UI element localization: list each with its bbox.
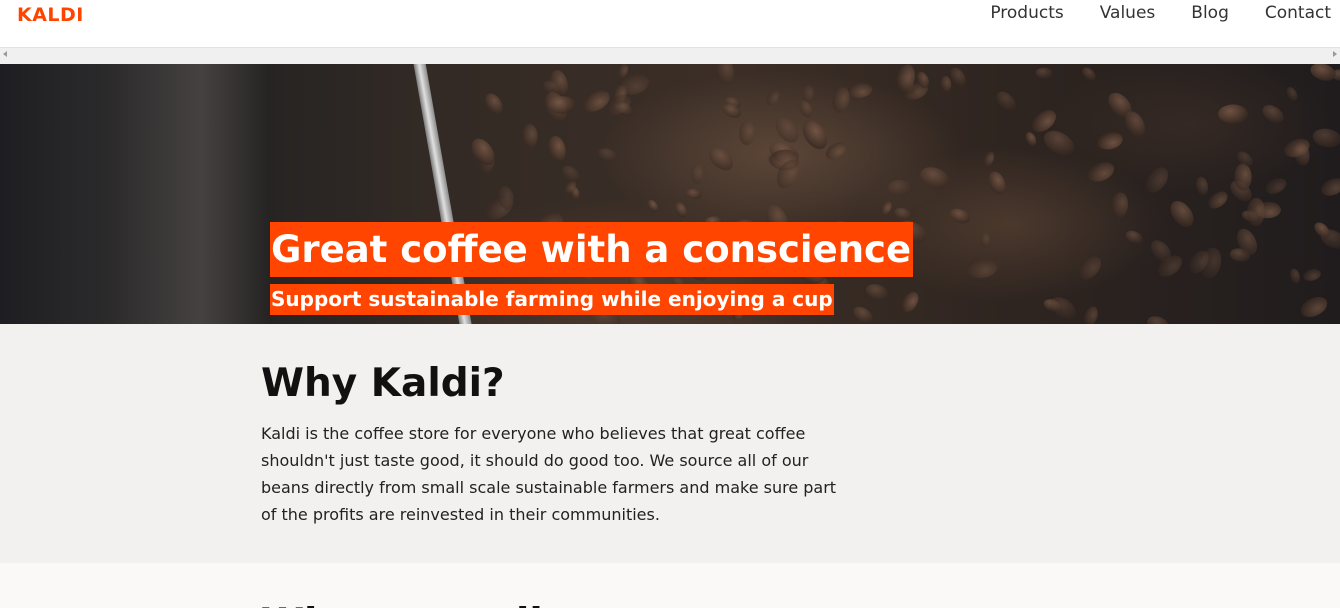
- coffee-bean-shape: [1035, 67, 1053, 79]
- coffee-bean-shape: [1297, 293, 1331, 322]
- coffee-bean-shape: [1301, 267, 1322, 283]
- coffee-bean-shape: [993, 88, 1020, 115]
- coffee-bean-shape: [1263, 174, 1290, 197]
- horizontal-scrollbar[interactable]: [0, 47, 1340, 64]
- top-navbar: KALDI Products Values Blog Contact: [0, 0, 1340, 47]
- coffee-bean-shape: [1204, 187, 1231, 212]
- coffee-bean-shape: [1284, 85, 1300, 103]
- coffee-bean-shape: [1111, 192, 1130, 219]
- coffee-bean-shape: [1258, 101, 1287, 127]
- hero-banner: Great coffee with a conscience Support s…: [0, 64, 1340, 324]
- coffee-bean-shape: [685, 187, 703, 201]
- coffee-bean-shape: [596, 145, 619, 165]
- coffee-bean-shape: [1075, 252, 1106, 284]
- nav-link-products[interactable]: Products: [990, 3, 1063, 23]
- coffee-bean-shape: [690, 163, 704, 184]
- coffee-bean-shape: [878, 198, 895, 217]
- coffee-bean-shape: [1165, 196, 1199, 232]
- coffee-bean-shape: [1095, 130, 1125, 153]
- coffee-bean-shape: [898, 288, 922, 316]
- nav-link-values[interactable]: Values: [1100, 3, 1156, 23]
- main-nav: Products Values Blog Contact: [954, 3, 1331, 23]
- coffee-bean-shape: [522, 124, 538, 149]
- coffee-bean-shape: [1080, 65, 1099, 84]
- coffee-bean-shape: [764, 87, 783, 108]
- coffee-bean-shape: [1081, 304, 1100, 324]
- coffee-bean-shape: [965, 256, 999, 279]
- coffee-bean-shape: [1145, 313, 1172, 324]
- coffee-bean-shape: [1023, 130, 1039, 148]
- coffee-bean-shape: [1046, 292, 1080, 324]
- coffee-bean-shape: [797, 98, 816, 120]
- coffee-bean-shape: [947, 205, 972, 226]
- scroll-left-icon[interactable]: [3, 51, 7, 57]
- coffee-bean-shape: [704, 143, 738, 175]
- coffee-bean-shape: [797, 116, 832, 154]
- coffee-bean-shape: [980, 231, 991, 248]
- scroll-right-icon[interactable]: [1333, 51, 1337, 57]
- coffee-bean-shape: [1287, 267, 1302, 285]
- coffee-bean-shape: [1318, 175, 1340, 200]
- coffee-bean-shape: [1194, 175, 1210, 197]
- why-kaldi-section: Why Kaldi? Kaldi is the coffee store for…: [0, 324, 1340, 563]
- coffee-bean-shape: [939, 75, 952, 94]
- hero-subtitle: Support sustainable farming while enjoyi…: [270, 283, 834, 315]
- coffee-bean-shape: [1246, 197, 1266, 227]
- coffee-bean-shape: [863, 281, 891, 303]
- coffee-bean-shape: [1234, 163, 1252, 191]
- nav-link-contact[interactable]: Contact: [1265, 3, 1331, 23]
- why-heading: Why Kaldi?: [261, 361, 505, 406]
- coffee-bean-shape: [545, 134, 569, 164]
- coffee-bean-shape: [985, 169, 1010, 198]
- coffee-bean-shape: [1217, 104, 1248, 124]
- coffee-bean-shape: [850, 302, 876, 324]
- coffee-bean-shape: [1311, 126, 1340, 151]
- hero-title: Great coffee with a conscience: [270, 221, 914, 277]
- coffee-bean-shape: [1084, 158, 1118, 186]
- nav-link-blog[interactable]: Blog: [1191, 3, 1229, 23]
- coffee-bean-shape: [1308, 64, 1338, 84]
- coffee-bean-shape: [481, 90, 506, 118]
- coffee-bean-shape: [917, 163, 954, 194]
- coffee-bean-shape: [738, 120, 756, 146]
- coffee-bean-shape: [645, 197, 661, 214]
- kaldi-logo[interactable]: KALDI: [17, 4, 84, 26]
- coffee-bean-shape: [1123, 228, 1144, 247]
- coffee-bean-shape: [981, 150, 996, 168]
- next-section-heading: What we sell: [261, 598, 543, 608]
- coffee-bean-shape: [672, 200, 690, 221]
- why-body-text: Kaldi is the coffee store for everyone w…: [261, 424, 837, 524]
- coffee-bean-shape: [714, 64, 736, 86]
- coffee-bean-shape: [887, 179, 913, 197]
- coffee-bean-shape: [846, 81, 873, 99]
- coffee-bean-shape: [1141, 163, 1173, 198]
